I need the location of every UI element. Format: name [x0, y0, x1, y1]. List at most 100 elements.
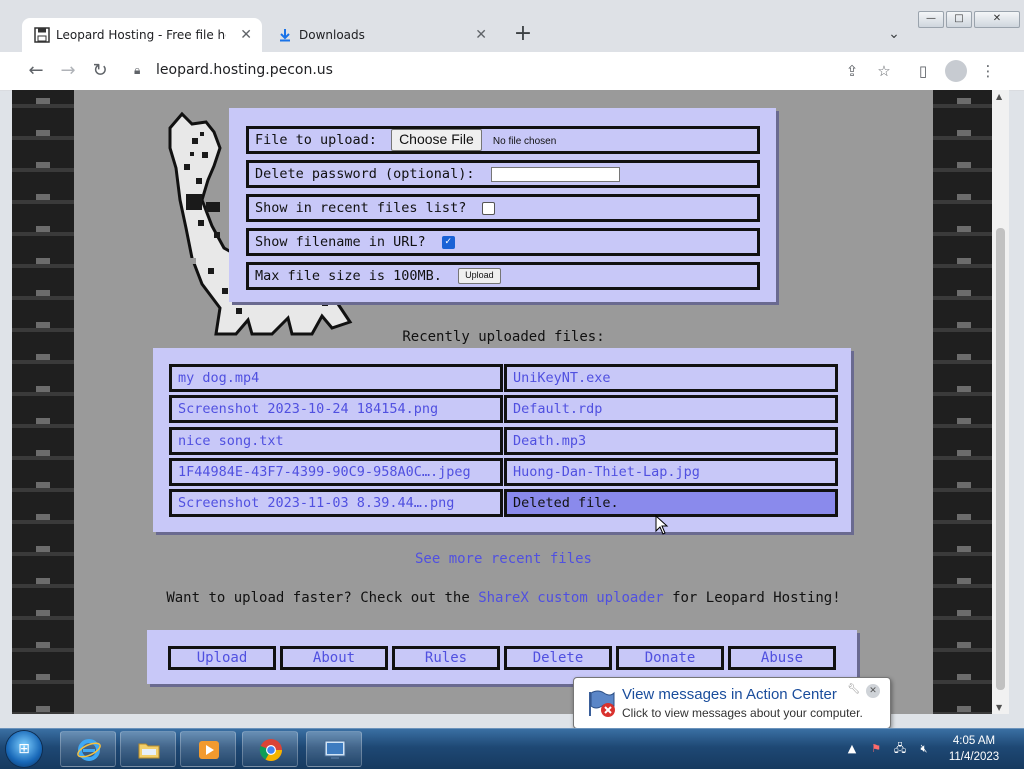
new-tab-button[interactable]: +: [510, 22, 536, 48]
page-content: File to upload: Choose File No file chos…: [74, 90, 933, 714]
action-center-flag-icon: [589, 690, 615, 717]
recent-file-link[interactable]: UniKeyNT.exe: [504, 364, 838, 392]
folder-icon: [138, 743, 160, 759]
tab-close-icon[interactable]: ✕: [240, 18, 252, 52]
recent-file-link[interactable]: nice song.txt: [169, 427, 503, 455]
scroll-up-icon[interactable]: ▲: [996, 92, 1002, 101]
sharex-promo-text: Want to upload faster? Check out the Sha…: [74, 590, 933, 606]
share-icon[interactable]: ⇪: [842, 61, 862, 81]
tab-strip: Leopard Hosting - Free file hostin ✕ Dow…: [0, 0, 1024, 52]
windows-taskbar: ⊞ ▲ ⚑ 🖧︎ 🔇︎ 4:05 AM 11/4/2023: [0, 728, 1024, 769]
floppy-disk-icon: [34, 27, 50, 43]
recent-file-link[interactable]: Death.mp3: [504, 427, 838, 455]
recent-file-link[interactable]: my dog.mp4: [169, 364, 503, 392]
clock[interactable]: 4:05 AM 11/4/2023: [938, 733, 1010, 765]
nav-donate-link[interactable]: Donate: [616, 646, 724, 670]
see-more-recent-link[interactable]: See more recent files: [74, 551, 933, 567]
nav-rules-link[interactable]: Rules: [392, 646, 500, 670]
notification-close-icon[interactable]: ✕: [866, 684, 880, 698]
file-upload-row: File to upload: Choose File No file chos…: [246, 126, 760, 154]
recent-file-link[interactable]: Default.rdp: [504, 395, 838, 423]
taskbar-media-player[interactable]: [180, 731, 236, 767]
show-recent-row: Show in recent files list?: [246, 194, 760, 222]
recent-file-link[interactable]: Huong-Dan-Thiet-Lap.jpg: [504, 458, 838, 486]
chrome-icon: [259, 739, 282, 761]
recent-file-link[interactable]: Screenshot 2023-11-03 8.39.44….png: [169, 489, 503, 517]
file-upload-label: File to upload:: [255, 132, 377, 148]
download-icon: [280, 29, 290, 42]
right-background-pattern: [933, 90, 992, 714]
mouse-pointer-icon: [655, 515, 669, 535]
network-icon[interactable]: 🖧︎: [892, 741, 908, 757]
show-filename-checkbox[interactable]: ✓: [441, 235, 455, 249]
maximize-button[interactable]: □: [946, 11, 972, 28]
upload-submit-button[interactable]: Upload: [458, 268, 501, 284]
side-panel-icon[interactable]: ▯: [913, 61, 933, 81]
windows-logo-icon: ⊞: [18, 741, 30, 757]
minimize-button[interactable]: —: [918, 11, 944, 28]
taskbar-remote-desktop[interactable]: [306, 731, 362, 767]
clock-time: 4:05 AM: [952, 735, 996, 747]
left-background-pattern: [12, 90, 74, 714]
delete-password-label: Delete password (optional):: [255, 166, 475, 182]
notification-title: View messages in Action Center: [622, 686, 837, 703]
sharex-text-before: Want to upload faster? Check out the: [166, 590, 470, 606]
internet-explorer-icon: [77, 739, 101, 761]
sharex-uploader-link[interactable]: ShareX custom uploader: [478, 590, 663, 606]
max-size-row: Max file size is 100MB. Upload: [246, 262, 760, 290]
tab-title: Downloads: [299, 28, 365, 42]
address-url: leopard.hosting.pecon.us: [156, 62, 333, 78]
nav-abuse-link[interactable]: Abuse: [728, 646, 836, 670]
show-recent-label: Show in recent files list?: [255, 200, 467, 216]
action-center-notification[interactable]: View messages in Action Center Click to …: [573, 677, 891, 737]
deleted-file-item: Deleted file.: [504, 489, 838, 517]
nav-delete-link[interactable]: Delete: [504, 646, 612, 670]
delete-password-row: Delete password (optional):: [246, 160, 760, 188]
taskbar-file-explorer[interactable]: [120, 731, 176, 767]
system-tray: ▲ ⚑ 🖧︎ 🔇︎ 4:05 AM 11/4/2023: [842, 729, 1018, 769]
start-button[interactable]: ⊞: [6, 731, 42, 767]
recent-file-link[interactable]: 1F44984E-43F7-4399-90C9-958A0C….jpeg: [169, 458, 503, 486]
recent-file-link[interactable]: Screenshot 2023-10-24 184154.png: [169, 395, 503, 423]
tab-close-icon[interactable]: ✕: [475, 18, 487, 52]
scroll-down-icon[interactable]: ▼: [996, 703, 1002, 712]
bottom-navigation: Upload About Rules Delete Donate Abuse: [147, 630, 857, 684]
page-scrollbar[interactable]: ▲ ▼: [992, 90, 1009, 714]
menu-kebab-icon[interactable]: ⋮: [978, 61, 998, 81]
action-center-flag-icon[interactable]: ⚑: [868, 741, 884, 757]
bookmark-star-icon[interactable]: ☆: [874, 61, 894, 81]
close-window-button[interactable]: ✕: [974, 11, 1020, 28]
show-hidden-icons-icon[interactable]: ▲: [844, 741, 860, 757]
reload-icon[interactable]: ↻: [88, 59, 112, 83]
tab-downloads[interactable]: Downloads ✕: [265, 18, 497, 52]
nav-about-link[interactable]: About: [280, 646, 388, 670]
volume-muted-icon[interactable]: 🔇︎: [916, 741, 932, 757]
show-filename-row: Show filename in URL? ✓: [246, 228, 760, 256]
address-bar[interactable]: 🔒︎ leopard.hosting.pecon.us: [122, 56, 902, 86]
taskbar-internet-explorer[interactable]: [60, 731, 116, 767]
sharex-text-after: for Leopard Hosting!: [672, 590, 841, 606]
delete-password-input[interactable]: [490, 166, 620, 182]
recent-files-title: Recently uploaded files:: [402, 329, 605, 345]
show-recent-checkbox[interactable]: [482, 201, 496, 215]
taskbar-chrome[interactable]: [242, 731, 298, 767]
tab-search-chevron-icon[interactable]: ⌄: [884, 26, 904, 46]
nav-upload-link[interactable]: Upload: [168, 646, 276, 670]
lock-icon: 🔒︎: [134, 63, 141, 77]
profile-avatar[interactable]: [945, 60, 967, 82]
tab-title: Leopard Hosting - Free file hostin: [56, 28, 226, 42]
tab-leopard-hosting[interactable]: Leopard Hosting - Free file hostin ✕: [22, 18, 262, 52]
upload-form: File to upload: Choose File No file chos…: [229, 108, 776, 302]
max-size-label: Max file size is 100MB.: [255, 268, 442, 284]
window-controls: — □ ✕: [916, 11, 1020, 28]
media-player-icon: [199, 741, 219, 759]
forward-arrow-icon[interactable]: →: [56, 59, 80, 83]
back-arrow-icon[interactable]: ←: [24, 59, 48, 83]
notification-text: Click to view messages about your comput…: [622, 706, 863, 720]
notification-options-icon[interactable]: 🔧︎: [847, 684, 860, 695]
browser-toolbar: ← → ↻ 🔒︎ leopard.hosting.pecon.us ⇪ ☆ ▯ …: [0, 52, 1024, 91]
recent-files-panel: my dog.mp4 Screenshot 2023-10-24 184154.…: [153, 348, 851, 532]
choose-file-button[interactable]: Choose File: [391, 129, 482, 151]
scrollbar-thumb[interactable]: [996, 228, 1005, 690]
clock-date: 11/4/2023: [948, 751, 1000, 763]
